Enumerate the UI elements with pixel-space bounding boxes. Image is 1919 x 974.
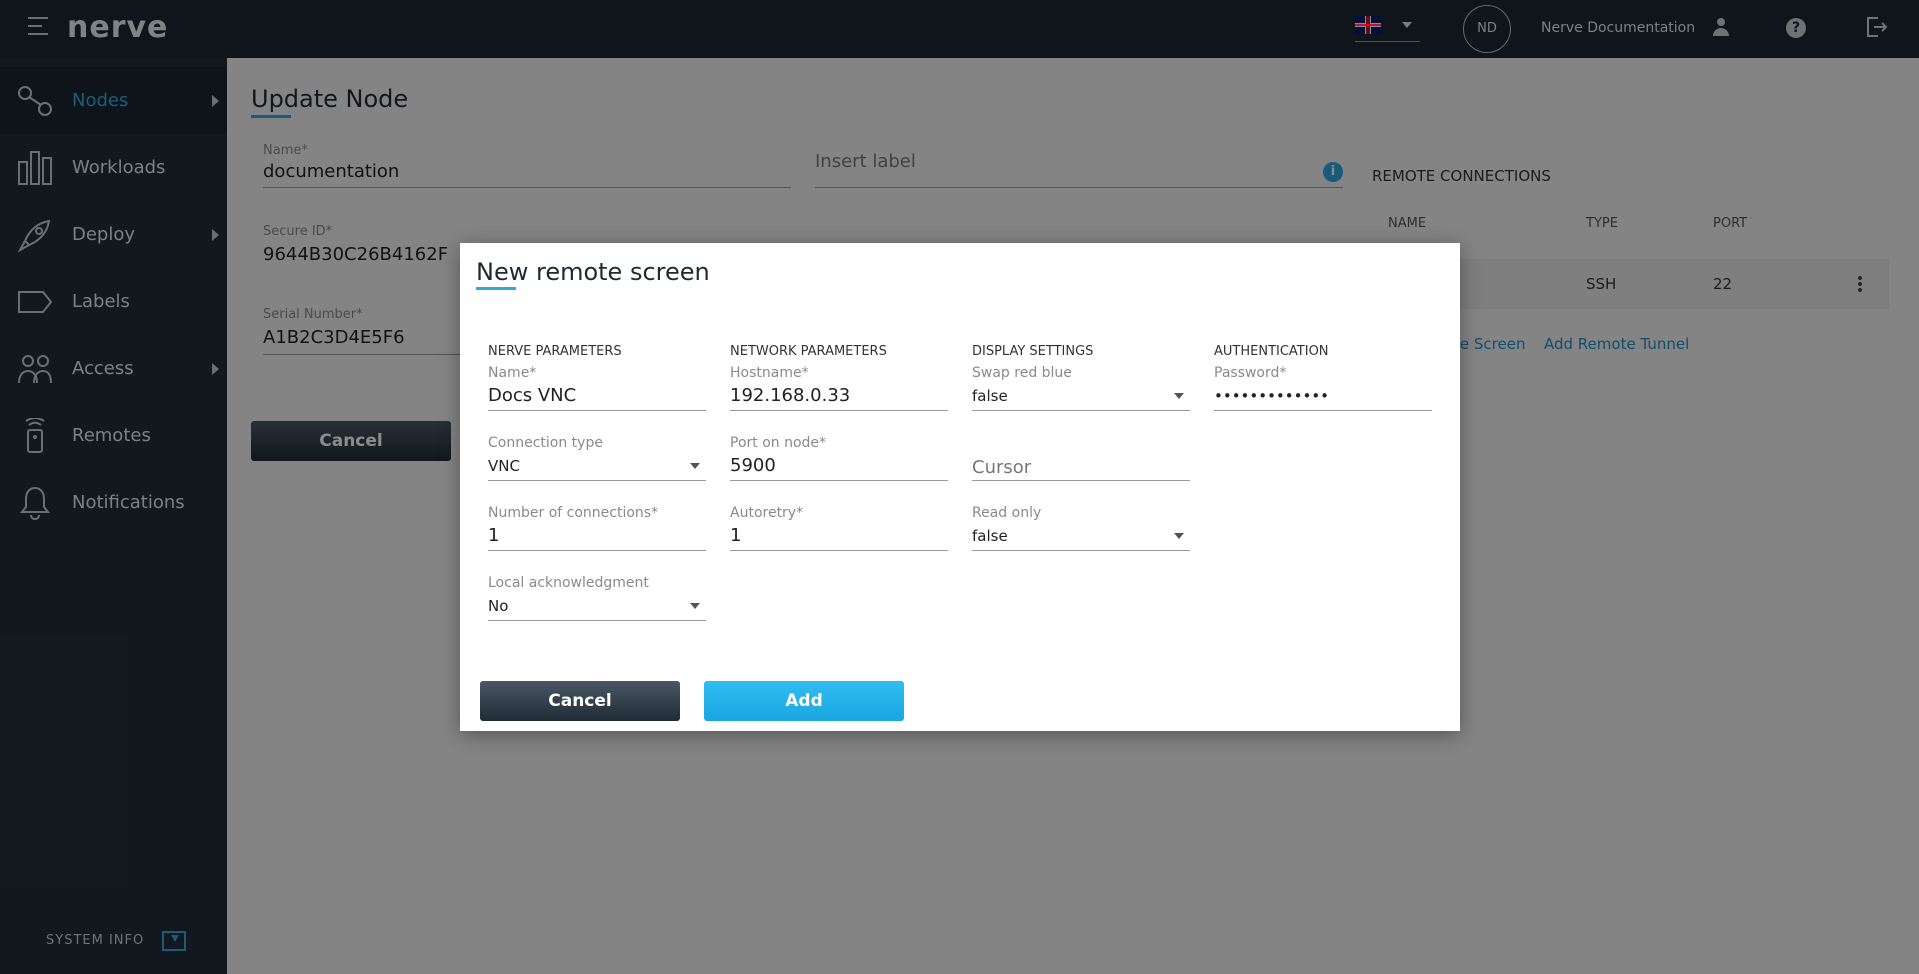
connection-type-select[interactable]: Connection type VNC xyxy=(488,435,706,481)
chevron-down-icon xyxy=(690,463,700,469)
field-label: Read only xyxy=(972,505,1042,521)
field-label: Local acknowledgment xyxy=(488,575,649,591)
chevron-down-icon xyxy=(1174,533,1184,539)
field-label: Name* xyxy=(488,365,537,381)
section-display-settings: DISPLAY SETTINGS xyxy=(972,344,1094,359)
field-value: 1 xyxy=(730,525,742,546)
port-on-node-input[interactable]: Port on node* 5900 xyxy=(730,435,948,481)
number-of-connections-input[interactable]: Number of connections* 1 xyxy=(488,505,706,551)
field-value: 5900 xyxy=(730,455,776,476)
title-underline xyxy=(476,287,516,290)
dialog-title: New remote screen xyxy=(476,258,710,286)
field-label: Connection type xyxy=(488,435,603,451)
field-value: Docs VNC xyxy=(488,385,577,406)
add-button[interactable]: Add xyxy=(704,681,904,721)
hostname-input[interactable]: Hostname* 192.168.0.33 xyxy=(730,365,948,411)
section-network-parameters: NETWORK PARAMETERS xyxy=(730,344,887,359)
remote-name-input[interactable]: Name* Docs VNC xyxy=(488,365,706,411)
password-input[interactable]: Password* ••••••••••••• xyxy=(1214,365,1432,411)
new-remote-screen-dialog: New remote screen NERVE PARAMETERS NETWO… xyxy=(460,243,1460,731)
field-label: Password* xyxy=(1214,365,1287,381)
chevron-down-icon xyxy=(1174,393,1184,399)
field-placeholder: Cursor xyxy=(972,457,1032,478)
field-label: Number of connections* xyxy=(488,505,659,521)
read-only-select[interactable]: Read only false xyxy=(972,505,1190,551)
swap-red-blue-select[interactable]: Swap red blue false xyxy=(972,365,1190,411)
section-nerve-parameters: NERVE PARAMETERS xyxy=(488,344,622,359)
field-value: VNC xyxy=(488,457,520,475)
field-value: false xyxy=(972,387,1008,405)
cancel-button[interactable]: Cancel xyxy=(480,681,680,721)
field-label: Port on node* xyxy=(730,435,827,451)
field-value: false xyxy=(972,527,1008,545)
field-label: Autoretry* xyxy=(730,505,804,521)
section-authentication: AUTHENTICATION xyxy=(1214,344,1329,359)
autoretry-input[interactable]: Autoretry* 1 xyxy=(730,505,948,551)
field-value: No xyxy=(488,597,509,615)
chevron-down-icon xyxy=(690,603,700,609)
field-value: 192.168.0.33 xyxy=(730,385,851,406)
cursor-input[interactable]: Cursor xyxy=(972,435,1190,481)
field-label: Swap red blue xyxy=(972,365,1072,381)
field-value: 1 xyxy=(488,525,500,546)
local-acknowledgment-select[interactable]: Local acknowledgment No xyxy=(488,575,706,621)
field-value: ••••••••••••• xyxy=(1214,387,1330,405)
field-label: Hostname* xyxy=(730,365,809,381)
